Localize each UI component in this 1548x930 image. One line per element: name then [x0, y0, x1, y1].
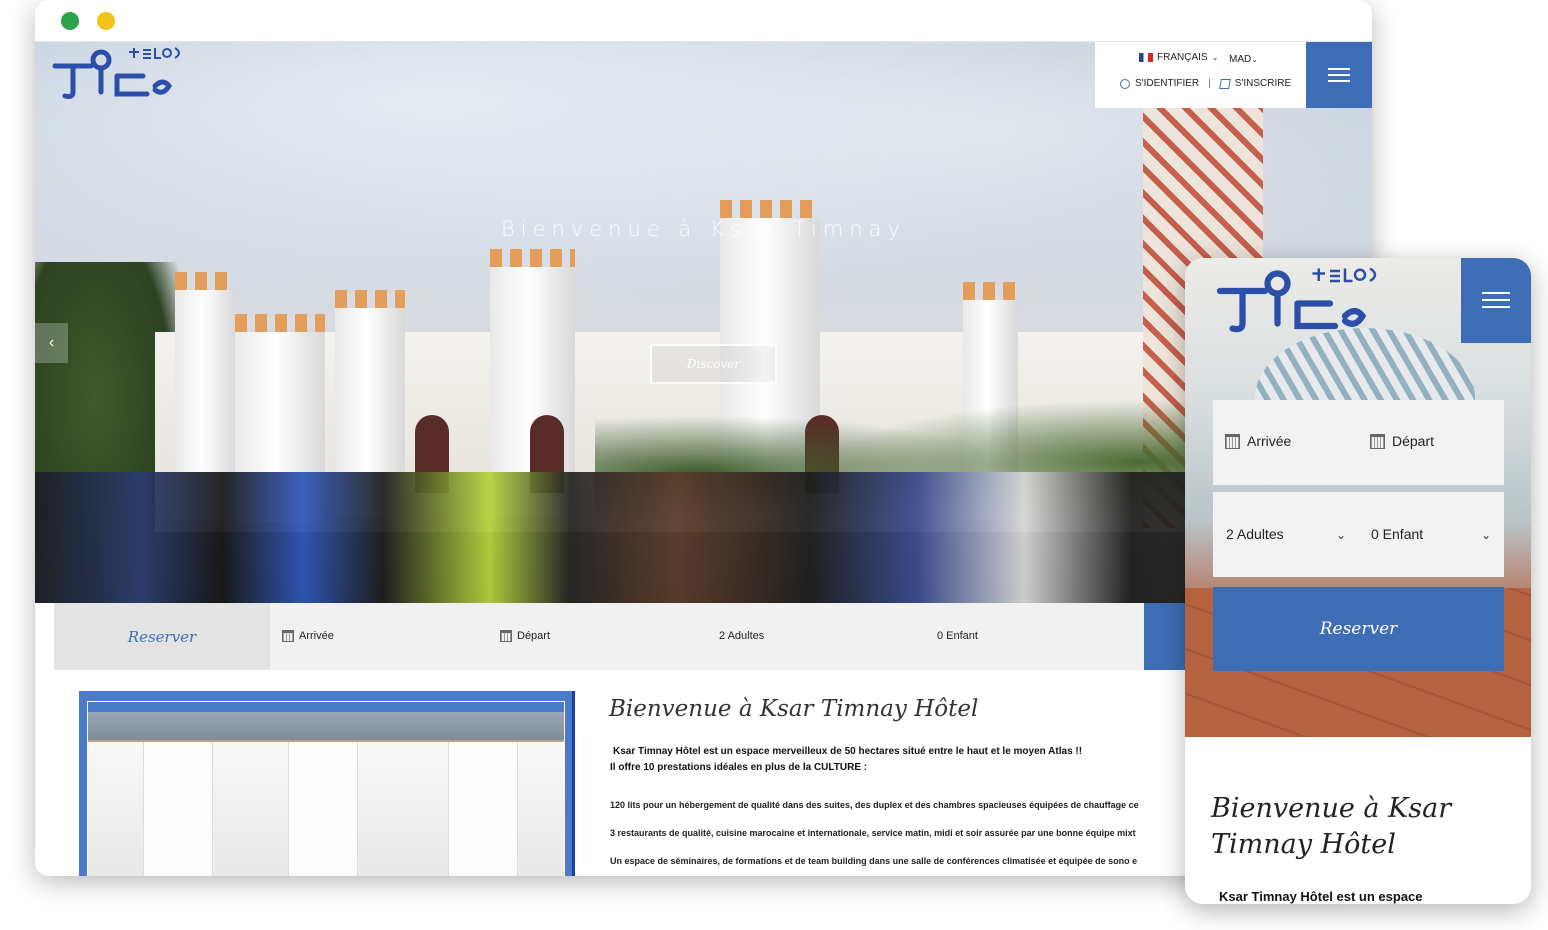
header-utility-box: FRANÇAIS ⌄ MAD⌄ S'IDENTIFIER | S'INSCRIR…: [1095, 42, 1306, 108]
service-item: Un espace de séminaires, de formations e…: [610, 856, 1138, 866]
currency-selector[interactable]: MAD⌄: [1229, 54, 1258, 65]
window-minimize-button[interactable]: [97, 12, 115, 30]
welcome-heading: Bienvenue à Ksar Timnay Hôtel: [609, 696, 979, 722]
language-selector[interactable]: FRANÇAIS ⌄: [1139, 52, 1218, 63]
children-select[interactable]: 0 Enfant: [937, 630, 978, 642]
mobile-device-window: Arrivée Départ 2 Adultes ⌄ 0 Enfant ⌄ Re…: [1185, 258, 1531, 904]
mobile-arrival-field[interactable]: Arrivée: [1225, 433, 1291, 449]
mobile-reserve-button[interactable]: Reserver: [1213, 587, 1504, 671]
calendar-icon: [500, 630, 512, 642]
chevron-down-icon: ⌄: [1481, 528, 1492, 542]
arrival-field[interactable]: Arrivée: [282, 630, 334, 642]
arrival-label: Arrivée: [299, 630, 334, 642]
tifinagh-logo-icon[interactable]: [1215, 266, 1390, 336]
window-maximize-button[interactable]: [61, 12, 79, 30]
auth-links: S'IDENTIFIER | S'INSCRIRE: [1120, 78, 1291, 89]
adults-select[interactable]: 2 Adultes: [719, 630, 764, 642]
signup-link[interactable]: S'INSCRIRE: [1235, 78, 1291, 89]
window-titlebar: [35, 0, 1372, 42]
mobile-children-select[interactable]: 0 Enfant: [1371, 526, 1423, 542]
chevron-down-icon: ⌄: [1336, 528, 1347, 542]
service-item: 3 restaurants de qualité, cuisine maroca…: [610, 828, 1136, 838]
auth-separator: |: [1208, 78, 1211, 89]
mobile-departure-label: Départ: [1392, 433, 1435, 449]
chevron-down-icon: ⌄: [1251, 55, 1258, 64]
chevron-left-icon[interactable]: ‹: [35, 323, 68, 363]
hamburger-icon[interactable]: [1306, 42, 1372, 108]
chevron-down-icon: ⌄: [1211, 53, 1219, 62]
calendar-icon: [282, 630, 294, 642]
france-flag-icon: [1139, 53, 1153, 62]
service-item: 120 lits pour un hébergement de qualité …: [610, 800, 1139, 810]
booking-bar: Reserver Arrivée Départ 2 Adultes 0 Enfa…: [54, 603, 1372, 670]
intro-line-2: Il offre 10 prestations idéales en plus …: [610, 762, 868, 773]
mobile-date-row: Arrivée Départ: [1213, 400, 1504, 485]
hero-motorcycles: [35, 472, 1372, 603]
edit-icon: [1218, 78, 1231, 89]
departure-label: Départ: [517, 630, 551, 642]
discover-button[interactable]: Discover: [650, 344, 777, 384]
desktop-browser-window: Bienvenue à Ksar Timnay Discover ‹ FRANÇ…: [35, 0, 1372, 876]
language-label: FRANÇAIS: [1157, 52, 1208, 63]
calendar-icon: [1370, 433, 1385, 449]
mobile-welcome-heading: Bienvenue à Ksar Timnay Hôtel: [1211, 793, 1452, 860]
kasbah-photo: [79, 691, 575, 876]
intro-line-1: Ksar Timnay Hôtel est un espace merveill…: [613, 746, 1083, 757]
reserve-tab[interactable]: Reserver: [54, 603, 270, 670]
user-icon: [1120, 78, 1130, 89]
mobile-arrival-label: Arrivée: [1247, 433, 1292, 449]
mobile-welcome-intro: Ksar Timnay Hôtel est un espace: [1219, 889, 1423, 904]
tifinagh-logo-icon[interactable]: [51, 46, 191, 102]
welcome-intro: Ksar Timnay Hôtel est un espace merveill…: [610, 744, 1083, 776]
mobile-guests-row: 2 Adultes ⌄ 0 Enfant ⌄: [1213, 492, 1504, 577]
mobile-departure-field[interactable]: Départ: [1370, 433, 1434, 449]
departure-field[interactable]: Départ: [500, 630, 550, 642]
login-link[interactable]: S'IDENTIFIER: [1135, 78, 1199, 89]
calendar-icon: [1225, 433, 1240, 449]
hero-slider: Bienvenue à Ksar Timnay Discover ‹: [35, 42, 1372, 603]
welcome-section: Bienvenue à Ksar Timnay Hôtel Ksar Timna…: [35, 670, 1372, 876]
mobile-hero: Arrivée Départ 2 Adultes ⌄ 0 Enfant ⌄ Re…: [1185, 258, 1531, 737]
currency-label: MAD: [1229, 54, 1252, 65]
mobile-adults-select[interactable]: 2 Adultes: [1226, 526, 1284, 542]
hamburger-icon[interactable]: [1461, 258, 1531, 343]
hero-title: Bienvenue à Ksar Timnay: [501, 217, 906, 241]
